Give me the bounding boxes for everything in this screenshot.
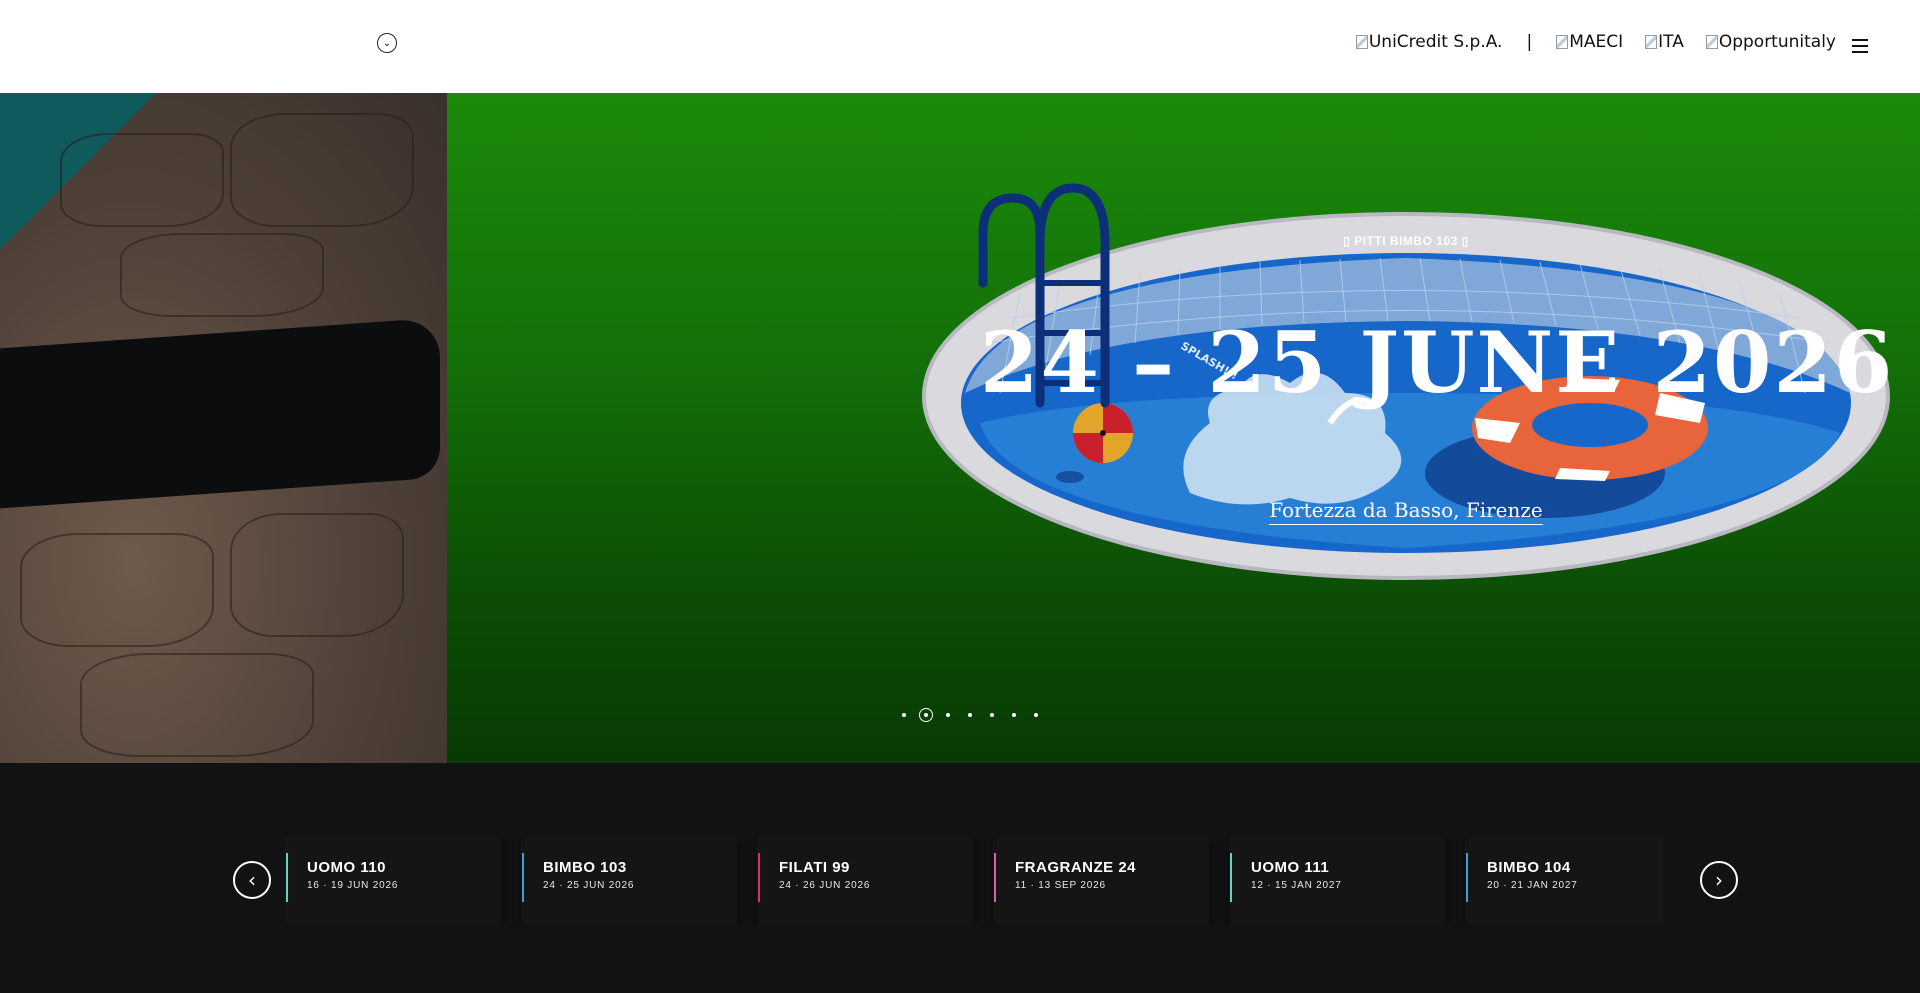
hero-eyebrow: ▯ PITTI BIMBO 103 ▯ [1343, 234, 1469, 248]
event-color-bar [758, 853, 760, 902]
partner-alt-text: MAECI [1569, 32, 1624, 52]
broken-image-icon [1645, 35, 1658, 49]
slider-dot[interactable] [1029, 708, 1043, 722]
partner-logo-opportunitaly[interactable]: Opportunitaly [1705, 32, 1836, 52]
event-dates: 24 · 25 JUN 2026 [543, 880, 635, 891]
event-card[interactable]: BIMBO 103 24 · 25 JUN 2026 [521, 837, 737, 924]
broken-image-icon [1355, 35, 1368, 49]
partner-logo-ita[interactable]: ITA [1645, 32, 1684, 52]
event-name: BIMBO 104 [1487, 859, 1571, 876]
site-header: ⌄ UniCredit S.p.A. | MAECI ITA Opportuni… [0, 0, 1920, 93]
pool-illustration: SPLASH!!! [922, 183, 1890, 580]
event-name: FRAGRANZE 24 [1015, 859, 1137, 876]
partner-alt-text: ITA [1658, 32, 1684, 52]
event-color-bar [1230, 853, 1232, 902]
slider-dot[interactable] [963, 708, 977, 722]
chevron-left-icon[interactable]: ‹ [233, 861, 271, 899]
hero-slider: SPLASH!!! ▯ PITTI BIMBO 103 ▯ 24 – 25 JU… [0, 93, 1920, 763]
event-dates: 16 · 19 JUN 2026 [307, 880, 399, 891]
broken-image-icon [1556, 35, 1569, 49]
slider-dot[interactable] [897, 708, 911, 722]
partner-alt-text: Opportunitaly [1718, 32, 1836, 52]
chevron-down-icon[interactable]: ⌄ [377, 33, 397, 53]
event-card[interactable]: FILATI 99 24 · 26 JUN 2026 [757, 837, 973, 924]
event-card[interactable]: UOMO 111 12 · 15 JAN 2027 [1229, 837, 1445, 924]
hero-venue-label: Fortezza da Basso, Firenze [1269, 498, 1543, 525]
slider-dot[interactable] [1007, 708, 1021, 722]
event-color-bar [522, 853, 524, 902]
slider-dot[interactable] [985, 708, 999, 722]
event-dates: 12 · 15 JAN 2027 [1251, 880, 1342, 891]
partner-logo-unicredit[interactable]: UniCredit S.p.A. [1355, 32, 1503, 52]
hero-venue-link[interactable]: Fortezza da Basso, Firenze [1255, 498, 1557, 525]
slider-pagination [897, 708, 1051, 722]
partner-alt-text: UniCredit S.p.A. [1368, 32, 1503, 52]
partner-logo-maeci[interactable]: MAECI [1556, 32, 1623, 52]
event-color-bar [286, 853, 288, 902]
event-dates: 24 · 26 JUN 2026 [779, 880, 871, 891]
event-cards: UOMO 110 16 · 19 JUN 2026 BIMBO 103 24 ·… [285, 837, 1663, 924]
broken-image-icon [1705, 35, 1718, 49]
event-card[interactable]: BIMBO 104 20 · 21 JAN 2027 [1465, 837, 1663, 924]
event-dates: 20 · 21 JAN 2027 [1487, 880, 1578, 891]
event-name: BIMBO 103 [543, 859, 627, 876]
event-name: UOMO 110 [307, 859, 387, 876]
event-dates: 11 · 13 SEP 2026 [1015, 880, 1106, 891]
hamburger-icon[interactable] [1852, 39, 1868, 53]
event-color-bar [1466, 853, 1468, 902]
event-card[interactable]: UOMO 110 16 · 19 JUN 2026 [285, 837, 501, 924]
partner-logos: UniCredit S.p.A. | MAECI ITA Opportunita… [1334, 30, 1836, 54]
slider-dot[interactable] [941, 708, 955, 722]
partner-separator: | [1526, 32, 1533, 52]
event-name: FILATI 99 [779, 859, 850, 876]
hero-date-title: 24 – 25 JUNE 2026 [980, 313, 1895, 412]
event-name: UOMO 111 [1251, 859, 1330, 876]
chevron-right-icon[interactable]: › [1700, 861, 1738, 899]
slider-dot-active[interactable] [919, 708, 933, 722]
event-color-bar [994, 853, 996, 902]
event-card[interactable]: FRAGRANZE 24 11 · 13 SEP 2026 [993, 837, 1209, 924]
